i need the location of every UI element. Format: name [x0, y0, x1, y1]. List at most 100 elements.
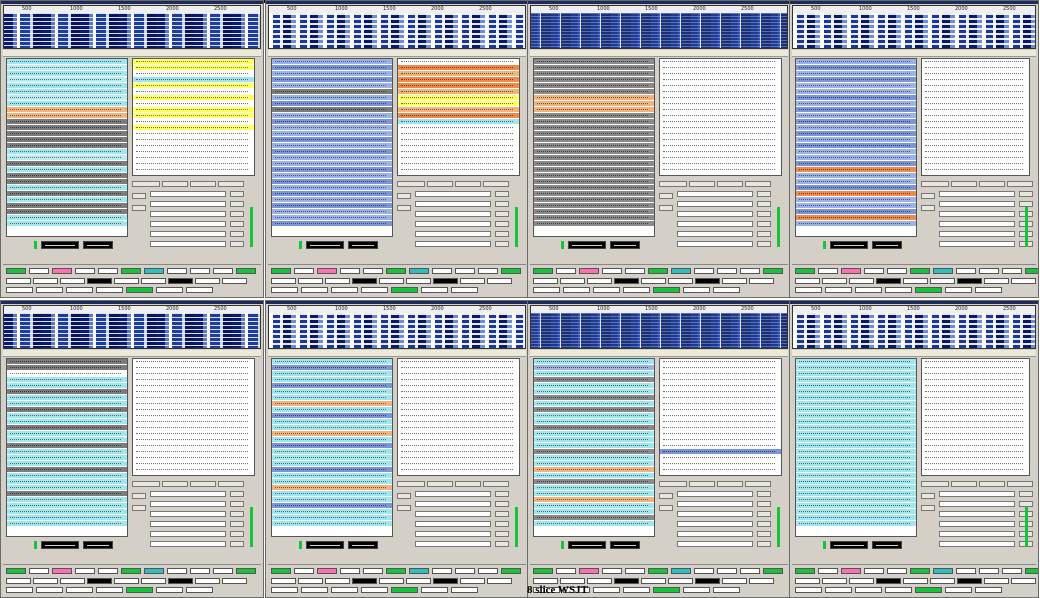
decode-row[interactable] [133, 395, 254, 400]
status-button[interactable] [625, 568, 645, 574]
decode-row[interactable] [398, 443, 519, 448]
decode-row[interactable] [534, 371, 654, 376]
tx-message-field[interactable] [677, 241, 753, 247]
rx-frequency-list[interactable] [921, 58, 1030, 176]
decode-row[interactable] [398, 113, 519, 118]
decode-row[interactable] [660, 359, 781, 364]
band-selector[interactable] [855, 587, 882, 593]
status-button[interactable] [1002, 268, 1022, 274]
band-selector[interactable] [623, 287, 650, 293]
decode-row[interactable] [796, 485, 916, 490]
decode-row[interactable] [7, 155, 127, 160]
decode-row[interactable] [796, 155, 916, 160]
decode-row[interactable] [660, 467, 781, 472]
status-button[interactable] [501, 268, 521, 274]
tx-select-button[interactable] [757, 231, 771, 237]
decode-row[interactable] [272, 443, 392, 448]
band-selector[interactable] [683, 587, 710, 593]
decode-row[interactable] [922, 65, 1029, 70]
decode-row[interactable] [133, 77, 254, 82]
decode-row[interactable] [534, 83, 654, 88]
decode-row[interactable] [272, 497, 392, 502]
tab-button[interactable] [397, 181, 425, 187]
tx-select-button[interactable] [230, 211, 244, 217]
decode-row[interactable] [272, 359, 392, 364]
status-button[interactable] [98, 568, 118, 574]
decode-row[interactable] [796, 407, 916, 412]
decode-row[interactable] [922, 461, 1029, 466]
tx-message-field[interactable] [939, 211, 1015, 217]
tx-select-button[interactable] [495, 531, 509, 537]
decode-row[interactable] [534, 479, 654, 484]
decode-row[interactable] [133, 467, 254, 472]
status-button[interactable] [956, 568, 976, 574]
decode-row[interactable] [272, 467, 392, 472]
decode-row[interactable] [534, 59, 654, 64]
decode-row[interactable] [534, 515, 654, 520]
decode-row[interactable] [398, 401, 519, 406]
decode-row[interactable] [922, 389, 1029, 394]
status-button[interactable] [317, 568, 337, 574]
decode-row[interactable] [7, 485, 127, 490]
decode-row[interactable] [272, 77, 392, 82]
status-button[interactable] [556, 268, 576, 274]
status-button[interactable] [602, 268, 622, 274]
decode-row[interactable] [660, 161, 781, 166]
decode-row[interactable] [534, 359, 654, 364]
status-button[interactable] [294, 568, 314, 574]
decode-row[interactable] [133, 365, 254, 370]
decode-row[interactable] [660, 65, 781, 70]
tx-message-field[interactable] [939, 521, 1015, 527]
decode-row[interactable] [660, 389, 781, 394]
decode-row[interactable] [7, 59, 127, 64]
decode-row[interactable] [796, 101, 916, 106]
status-button[interactable] [98, 268, 118, 274]
tx-select-button[interactable] [757, 191, 771, 197]
decode-row[interactable] [534, 455, 654, 460]
tx-message-field[interactable] [150, 201, 226, 207]
rx-frequency-list[interactable] [921, 358, 1030, 476]
decode-row[interactable] [660, 419, 781, 424]
decode-row[interactable] [272, 389, 392, 394]
decode-row[interactable] [796, 509, 916, 514]
rx-frequency-list[interactable] [397, 358, 520, 476]
waterfall-display[interactable]: 500 1000 1500 2000 2500 [3, 5, 261, 49]
band-selector[interactable] [885, 587, 912, 593]
decode-row[interactable] [7, 137, 127, 142]
status-button[interactable] [910, 568, 930, 574]
tx-select-button[interactable] [495, 201, 509, 207]
tx-select-button[interactable] [1019, 191, 1033, 197]
band-selector[interactable] [975, 287, 1002, 293]
decode-row[interactable] [922, 425, 1029, 430]
decode-row[interactable] [7, 503, 127, 508]
decode-row[interactable] [7, 437, 127, 442]
band-selector[interactable] [331, 287, 358, 293]
decode-row[interactable] [272, 221, 392, 226]
band-selector[interactable] [533, 287, 560, 293]
status-button[interactable] [818, 268, 838, 274]
decode-row[interactable] [796, 359, 916, 364]
decode-row[interactable] [534, 473, 654, 478]
next-button[interactable] [132, 205, 146, 211]
decode-row[interactable] [133, 119, 254, 124]
decode-row[interactable] [534, 497, 654, 502]
decode-row[interactable] [133, 89, 254, 94]
decode-row[interactable] [922, 89, 1029, 94]
band-selector[interactable] [36, 287, 63, 293]
tx-select-button[interactable] [757, 491, 771, 497]
tx-message-field[interactable] [677, 211, 753, 217]
decode-row[interactable] [534, 377, 654, 382]
decode-row[interactable] [922, 449, 1029, 454]
status-button[interactable] [1002, 568, 1022, 574]
tab-button[interactable] [979, 481, 1005, 487]
tx-message-field[interactable] [939, 531, 1015, 537]
decode-row[interactable] [796, 515, 916, 520]
decode-row[interactable] [272, 119, 392, 124]
decode-row[interactable] [398, 155, 519, 160]
status-button[interactable] [455, 568, 475, 574]
band-selector[interactable] [361, 287, 388, 293]
tx-message-field[interactable] [677, 521, 753, 527]
decode-row[interactable] [534, 137, 654, 142]
decode-row[interactable] [7, 77, 127, 82]
band-activity-list[interactable] [795, 358, 917, 537]
